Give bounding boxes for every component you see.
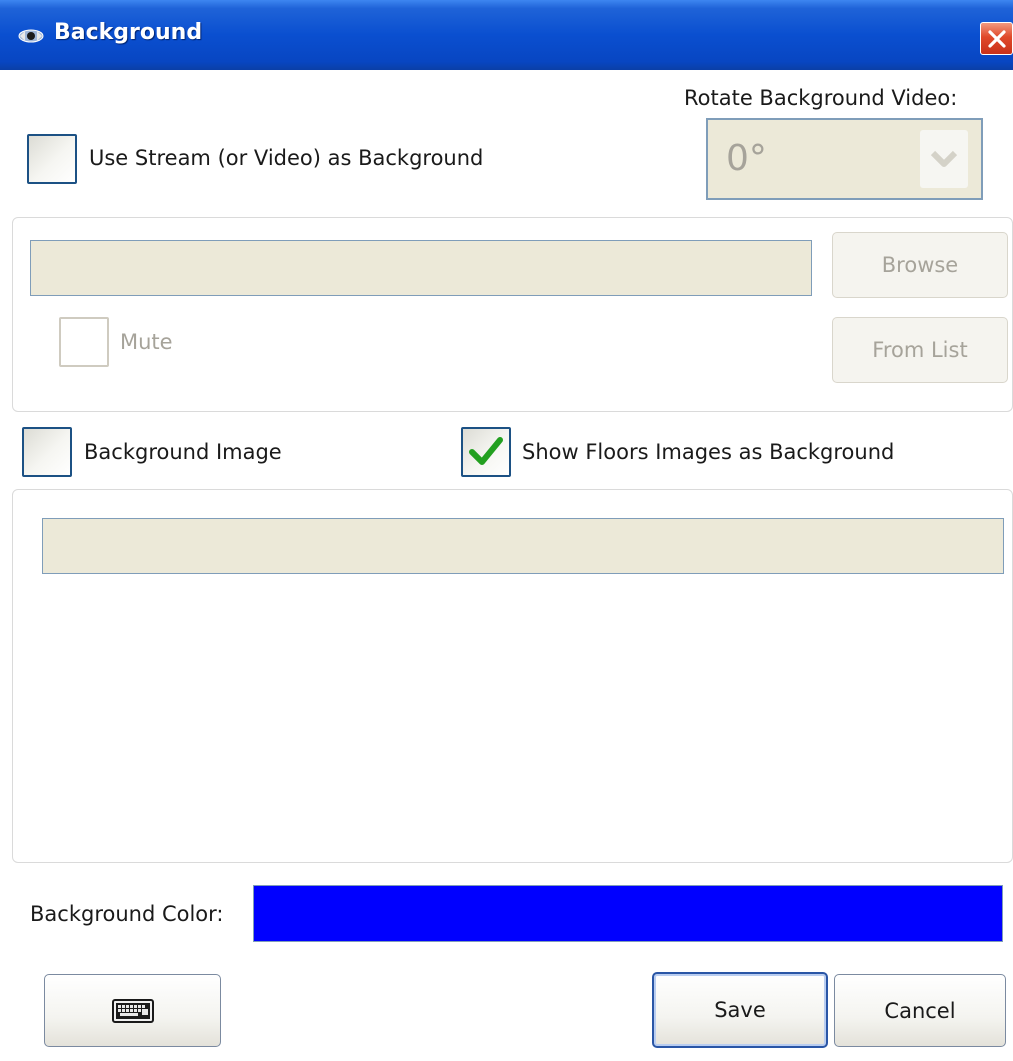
dialog-content: Use Stream (or Video) as Background Rota…: [0, 70, 1013, 1061]
browse-button-label: Browse: [881, 253, 959, 277]
window-title: Background: [54, 20, 203, 45]
mute-checkbox[interactable]: [59, 317, 109, 367]
rotate-video-dropdown[interactable]: 0°: [706, 118, 983, 200]
save-button-label: Save: [714, 998, 766, 1022]
use-stream-label: Use Stream (or Video) as Background: [89, 146, 484, 170]
save-button[interactable]: Save: [652, 972, 828, 1048]
close-icon: [988, 30, 1006, 48]
chevron-down-icon: [930, 150, 958, 167]
cancel-button-label: Cancel: [884, 998, 956, 1023]
eye-icon: [18, 26, 44, 44]
background-color-label: Background Color:: [30, 902, 224, 926]
from-list-button[interactable]: From List: [832, 317, 1008, 383]
show-floors-label: Show Floors Images as Background: [522, 440, 895, 464]
rotate-video-label: Rotate Background Video:: [684, 86, 958, 110]
keyboard-button[interactable]: [44, 974, 221, 1047]
show-floors-checkbox[interactable]: [461, 427, 511, 477]
background-image-checkbox[interactable]: [22, 427, 72, 477]
browse-button[interactable]: Browse: [832, 232, 1008, 298]
cancel-button[interactable]: Cancel: [834, 974, 1006, 1047]
rotate-video-value: 0°: [726, 138, 767, 179]
mute-label: Mute: [120, 330, 173, 354]
title-bar[interactable]: Background: [0, 0, 1013, 70]
image-path-field[interactable]: [42, 518, 1004, 574]
from-list-button-label: From List: [872, 338, 968, 362]
background-color-swatch[interactable]: [253, 885, 1003, 942]
stream-path-field[interactable]: [30, 240, 812, 296]
dropdown-button[interactable]: [920, 130, 968, 188]
close-button[interactable]: [980, 22, 1013, 55]
checkmark-icon: [469, 437, 503, 465]
keyboard-icon: [111, 998, 154, 1023]
use-stream-checkbox[interactable]: [27, 134, 77, 184]
background-image-label: Background Image: [84, 440, 282, 464]
stream-panel: Browse From List Mute: [12, 217, 1013, 412]
image-panel: [12, 489, 1013, 863]
